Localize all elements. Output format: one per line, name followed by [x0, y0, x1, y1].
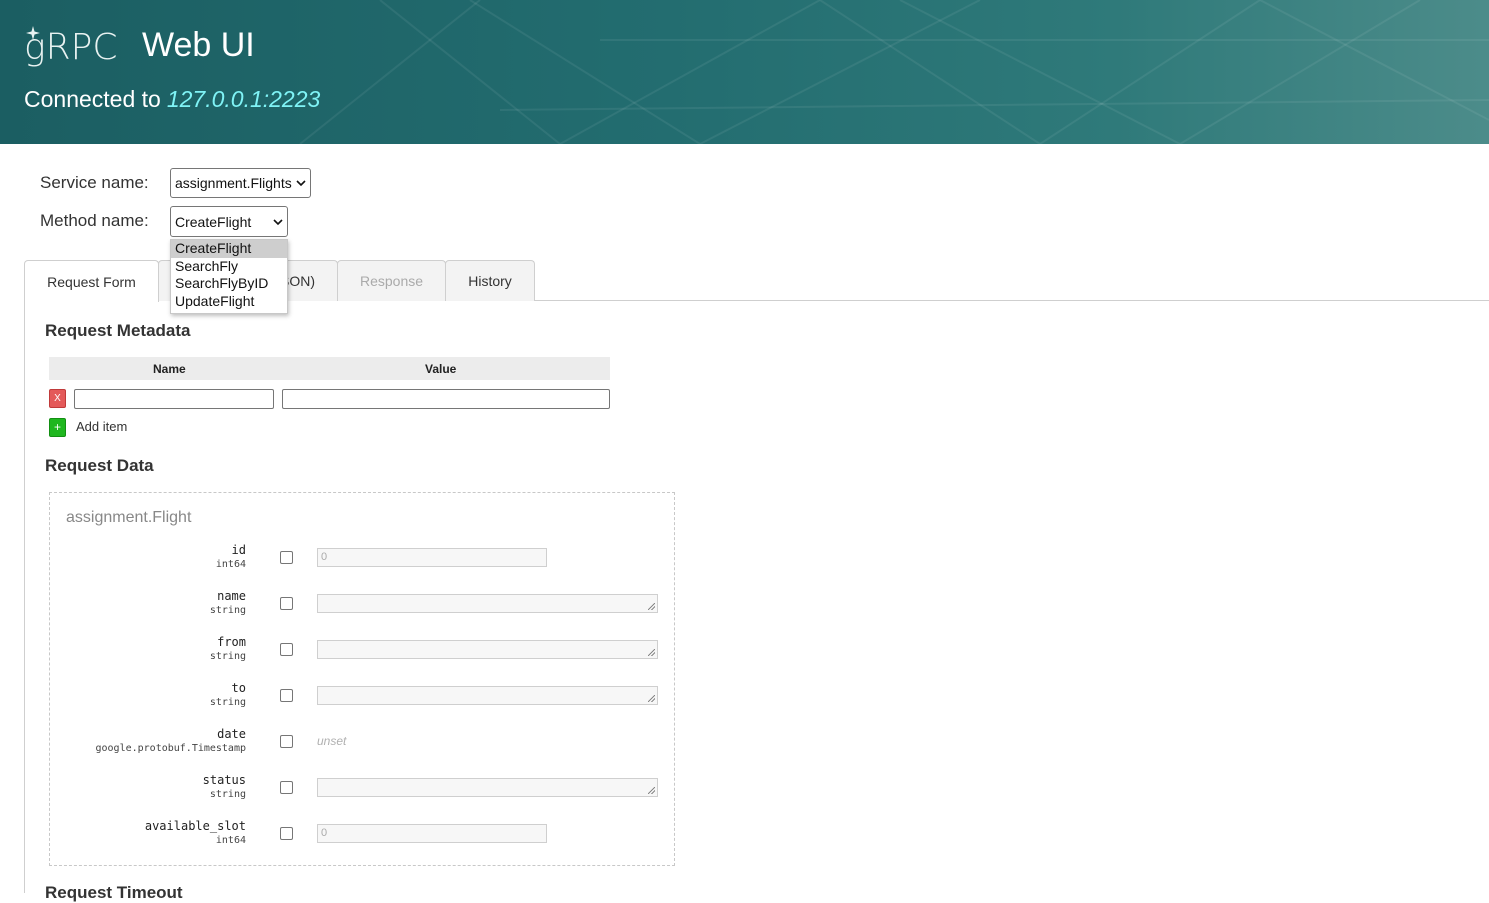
chevron-down-icon — [296, 180, 306, 187]
field-name-name: name — [217, 589, 246, 603]
method-option-searchfly[interactable]: SearchFly — [171, 258, 287, 276]
field-checkbox-date[interactable] — [280, 735, 293, 748]
field-checkbox-name[interactable] — [280, 597, 293, 610]
method-option-createflight[interactable]: CreateFlight — [171, 240, 287, 258]
metadata-col-name: Name — [153, 362, 186, 376]
add-item-button[interactable]: + — [49, 418, 66, 437]
method-dropdown-list[interactable]: CreateFlight SearchFly SearchFlyByID Upd… — [170, 239, 288, 314]
add-item-label: Add item — [76, 419, 128, 434]
field-name-id: id — [231, 543, 246, 557]
service-select[interactable]: assignment.Flights — [170, 168, 311, 198]
metadata-table-header: Name Value — [49, 357, 610, 380]
field-checkbox-status[interactable] — [280, 781, 293, 794]
remove-metadata-button[interactable]: X — [49, 389, 66, 408]
service-select-value: assignment.Flights — [175, 175, 292, 191]
chevron-down-icon — [273, 218, 283, 225]
method-option-updateflight[interactable]: UpdateFlight — [171, 293, 287, 311]
tab-response-label: Response — [359, 273, 424, 289]
metadata-value-input[interactable] — [282, 389, 610, 409]
request-timeout-title: Request Timeout — [45, 883, 183, 902]
field-input-id[interactable]: 0 — [317, 548, 547, 567]
service-name-label: Service name: — [40, 173, 149, 192]
field-type-date: google.protobuf.Timestamp — [95, 743, 246, 754]
field-checkbox-from[interactable] — [280, 643, 293, 656]
header-background-pattern — [299, 0, 1489, 144]
field-name-from: from — [217, 635, 246, 649]
field-type-from: string — [209, 651, 246, 662]
field-checkbox-id[interactable] — [280, 551, 293, 564]
sparkle-icon — [26, 26, 40, 40]
request-metadata-title: Request Metadata — [45, 321, 191, 340]
field-value-date-unset: unset — [317, 734, 347, 748]
field-type-status: string — [209, 789, 246, 800]
request-data-title: Request Data — [45, 456, 154, 475]
field-name-date: date — [217, 727, 246, 741]
field-type-available-slot: int64 — [215, 835, 246, 846]
server-address: 127.0.0.1:2223 — [166, 86, 321, 112]
message-type-name: assignment.Flight — [66, 509, 192, 526]
field-type-id: int64 — [215, 559, 246, 570]
method-option-searchflybyid[interactable]: SearchFlyByID — [171, 275, 287, 293]
tab-response[interactable]: Response — [337, 260, 446, 301]
field-input-status[interactable] — [317, 778, 658, 797]
tab-request-form[interactable]: Request Form — [24, 260, 159, 302]
method-name-label: Method name: — [40, 211, 149, 230]
method-select-value: CreateFlight — [175, 213, 252, 230]
field-name-to: to — [231, 681, 246, 695]
panel-left-border — [24, 300, 25, 893]
app-title: Web UI — [142, 26, 255, 64]
metadata-col-value: Value — [425, 362, 457, 376]
tab-request-form-label: Request Form — [47, 273, 136, 290]
connection-status: Connected to 127.0.0.1:2223 — [24, 85, 320, 113]
method-select[interactable]: CreateFlight — [170, 206, 288, 237]
connected-label: Connected to — [24, 86, 161, 112]
field-input-from[interactable] — [317, 640, 658, 659]
field-type-to: string — [209, 697, 246, 708]
field-input-name[interactable] — [317, 594, 658, 613]
field-name-available-slot: available_slot — [144, 819, 246, 833]
metadata-name-input[interactable] — [74, 389, 274, 409]
field-checkbox-to[interactable] — [280, 689, 293, 702]
field-name-status: status — [202, 773, 246, 787]
field-type-name: string — [209, 605, 246, 616]
header-banner: gRPC Web UI Connected to 127.0.0.1:2223 — [0, 0, 1489, 144]
tab-history[interactable]: History — [445, 260, 535, 301]
field-checkbox-available-slot[interactable] — [280, 827, 293, 840]
field-input-available-slot[interactable]: 0 — [317, 824, 547, 843]
tab-history-label: History — [468, 273, 512, 289]
field-input-to[interactable] — [317, 686, 658, 705]
